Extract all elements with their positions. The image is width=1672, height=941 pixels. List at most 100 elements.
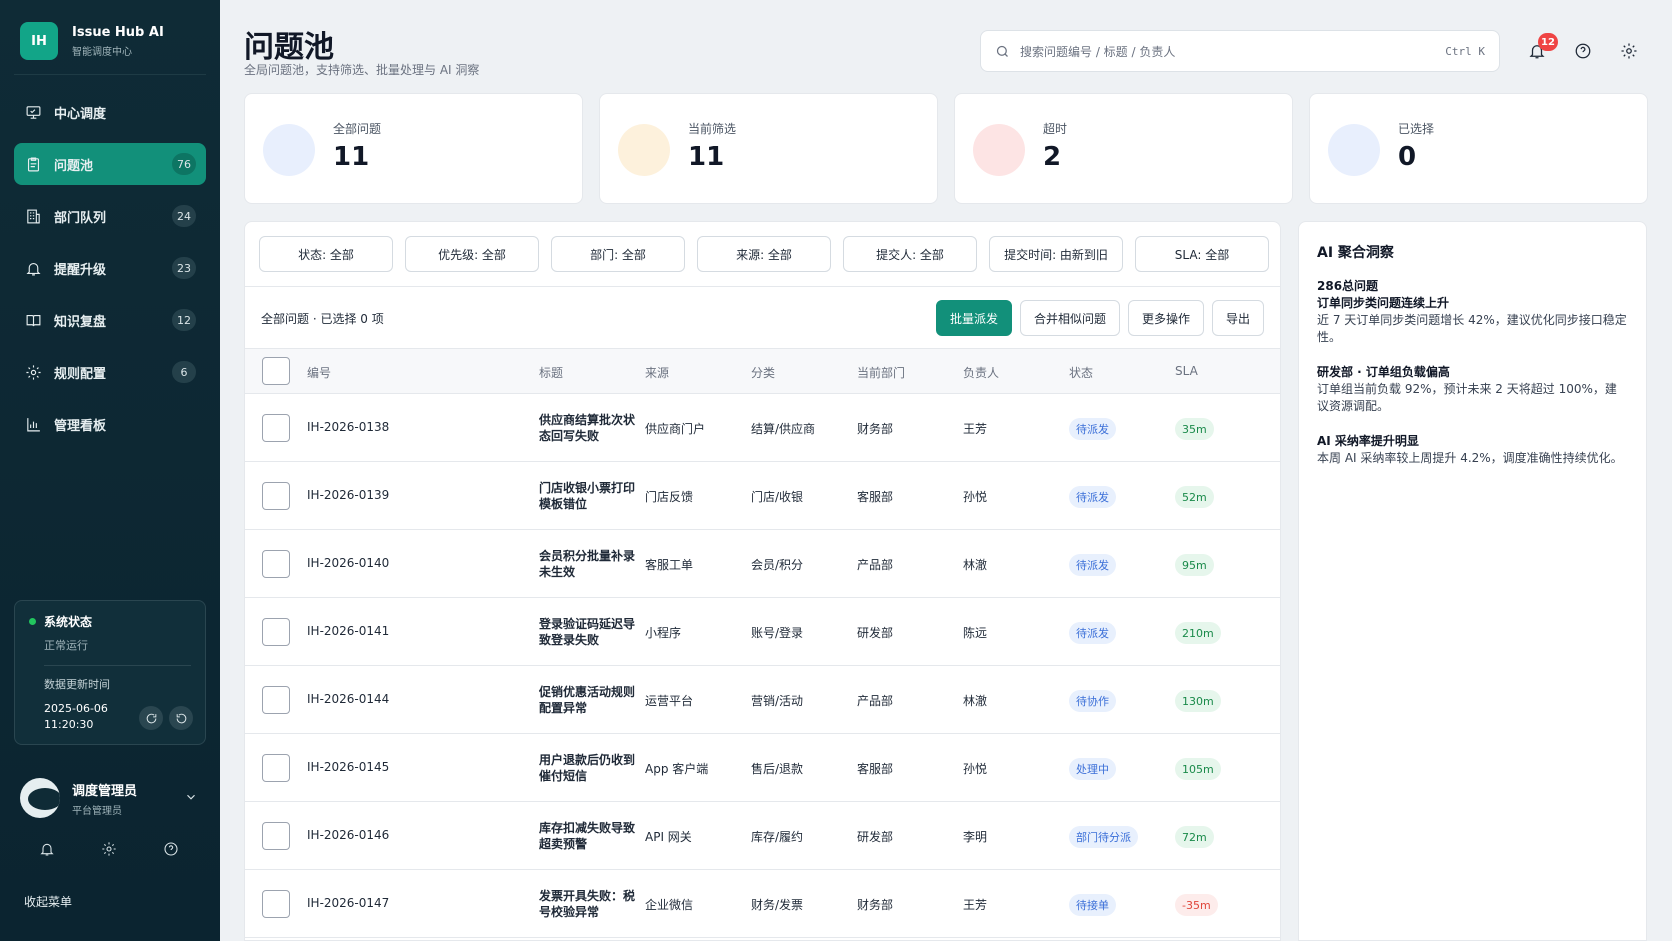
- column-header-id[interactable]: 编号: [307, 364, 331, 381]
- cell-id[interactable]: IH-2026-0138: [307, 420, 389, 434]
- table-row[interactable]: IH-2026-0139 门店收银小票打印模板错位 门店反馈 门店/收银 客服部 孙悦 待派…: [245, 462, 1280, 530]
- cell-category: 账号/登录: [751, 626, 804, 640]
- insight-block: 286总问题 订单同步类问题连续上升 近 7 天订单同步类问题增长 42%，建议…: [1317, 278, 1628, 346]
- help-button[interactable]: [1572, 40, 1594, 62]
- column-header-owner[interactable]: 负责人: [963, 364, 999, 381]
- column-header-source[interactable]: 来源: [645, 364, 669, 381]
- row-checkbox[interactable]: [262, 754, 290, 782]
- cell-id[interactable]: IH-2026-0146: [307, 828, 389, 842]
- column-header-sla[interactable]: SLA: [1175, 364, 1198, 378]
- refresh-icon[interactable]: [139, 706, 163, 730]
- notification-badge: 12: [1538, 33, 1558, 51]
- cell-id[interactable]: IH-2026-0145: [307, 760, 389, 774]
- cell-id[interactable]: IH-2026-0147: [307, 896, 389, 910]
- sidebar-item-rules[interactable]: 规则配置 6: [14, 351, 206, 393]
- row-checkbox[interactable]: [262, 618, 290, 646]
- table-row[interactable]: IH-2026-0141 登录验证码延迟导致登录失败 小程序 账号/登录 研发部 陈远 待派…: [245, 598, 1280, 666]
- stat-icon: [263, 124, 315, 176]
- table-header: 编号 标题 来源 分类 当前部门 负责人 状态 SLA: [245, 348, 1280, 394]
- cell-title[interactable]: 库存扣减失败导致超卖预警: [539, 820, 635, 852]
- sidebar-item-dashboard[interactable]: 管理看板: [14, 403, 206, 445]
- help-icon[interactable]: [160, 838, 182, 860]
- insight-heading: 订单同步类问题连续上升: [1317, 296, 1450, 310]
- insight-lead: 286总问题: [1317, 279, 1379, 293]
- cell-title[interactable]: 供应商结算批次状态回写失败: [539, 412, 635, 444]
- sidebar-item-dept-queue[interactable]: 部门队列 24: [14, 195, 206, 237]
- cell-category: 售后/退款: [751, 762, 804, 776]
- system-status-title: 系统状态: [44, 615, 93, 629]
- book-icon: [24, 311, 42, 329]
- filter-sla[interactable]: SLA: 全部: [1135, 236, 1269, 272]
- bulk-dispatch-button[interactable]: 批量派发: [935, 300, 1012, 336]
- sidebar-item-label: 规则配置: [54, 366, 107, 382]
- count-badge: 76: [172, 153, 196, 175]
- cell-id[interactable]: IH-2026-0144: [307, 692, 389, 706]
- brand[interactable]: IH Issue Hub AI 智能调度中心: [20, 22, 164, 60]
- page-title: 问题池: [244, 30, 334, 65]
- sidebar-item-issue-pool[interactable]: 问题池 76: [14, 143, 206, 185]
- column-header-status[interactable]: 状态: [1069, 364, 1093, 381]
- row-checkbox[interactable]: [262, 550, 290, 578]
- table-row[interactable]: IH-2026-0144 促销优惠活动规则配置异常 运营平台 营销/活动 产品部 林澈 待协…: [245, 666, 1280, 734]
- table-row[interactable]: IH-2026-0146 库存扣减失败导致超卖预警 API 网关 库存/履约 研发部 李明…: [245, 802, 1280, 870]
- insight-heading: AI 采纳率提升明显: [1317, 434, 1419, 448]
- row-checkbox[interactable]: [262, 890, 290, 918]
- cell-id[interactable]: IH-2026-0141: [307, 624, 389, 638]
- count-badge: 24: [172, 205, 196, 227]
- cell-title[interactable]: 用户退款后仍收到催付短信: [539, 752, 635, 784]
- monitor-icon: [24, 103, 42, 121]
- search-input[interactable]: 搜索问题编号 / 标题 / 负责人 Ctrl K: [980, 30, 1500, 72]
- table-row[interactable]: IH-2026-0138 供应商结算批次状态回写失败 供应商门户 结算/供应商 财务部 王…: [245, 394, 1280, 462]
- notifications-button[interactable]: 12: [1526, 33, 1558, 62]
- cell-title[interactable]: 会员积分批量补录未生效: [539, 548, 635, 580]
- table-row[interactable]: IH-2026-0147 发票开具失败：税号校验异常 企业微信 财务/发票 财务部 王芳 待…: [245, 870, 1280, 938]
- filter-submitter[interactable]: 提交人: 全部: [843, 236, 977, 272]
- filter-source[interactable]: 来源: 全部: [697, 236, 831, 272]
- cell-title[interactable]: 登录验证码延迟导致登录失败: [539, 616, 635, 648]
- insight-text: 近 7 天订单同步类问题增长 42%，建议优化同步接口稳定性。: [1317, 313, 1627, 344]
- row-checkbox[interactable]: [262, 414, 290, 442]
- filter-dept[interactable]: 部门: 全部: [551, 236, 685, 272]
- bell-icon[interactable]: [36, 838, 58, 860]
- filter-submit-time[interactable]: 提交时间: 由新到旧: [989, 236, 1123, 272]
- history-icon[interactable]: [169, 706, 193, 730]
- table-row[interactable]: IH-2026-0140 会员积分批量补录未生效 客服工单 会员/积分 产品部 林澈 待派发…: [245, 530, 1280, 598]
- bar-chart-icon: [24, 415, 42, 433]
- chevron-down-icon[interactable]: [184, 790, 200, 806]
- more-actions-button[interactable]: 更多操作: [1127, 300, 1204, 336]
- sidebar: IH Issue Hub AI 智能调度中心 中心调度 问题池 76 部门队列 …: [0, 0, 220, 941]
- gear-icon[interactable]: [98, 838, 120, 860]
- export-button[interactable]: 导出: [1211, 300, 1264, 336]
- row-checkbox[interactable]: [262, 686, 290, 714]
- sidebar-item-knowledge[interactable]: 知识复盘 12: [14, 299, 206, 341]
- select-all-checkbox[interactable]: [262, 357, 290, 385]
- filter-status[interactable]: 状态: 全部: [259, 236, 393, 272]
- sidebar-item-escalation[interactable]: 提醒升级 23: [14, 247, 206, 289]
- table-row[interactable]: IH-2026-0145 用户退款后仍收到催付短信 App 客户端 售后/退款 客服部 孙…: [245, 734, 1280, 802]
- cell-owner: 林澈: [963, 694, 988, 708]
- settings-button[interactable]: [1618, 40, 1640, 62]
- collapse-menu-button[interactable]: 收起菜单: [24, 893, 72, 910]
- cell-id[interactable]: IH-2026-0139: [307, 488, 389, 502]
- status-badge: 待派发: [1069, 486, 1116, 508]
- user-menu[interactable]: 调度管理员 平台管理员: [20, 778, 200, 818]
- row-checkbox[interactable]: [262, 822, 290, 850]
- sidebar-item-label: 中心调度: [54, 106, 107, 122]
- status-badge: 待接单: [1069, 894, 1116, 916]
- cell-category: 营销/活动: [751, 694, 804, 708]
- filter-priority[interactable]: 优先级: 全部: [405, 236, 539, 272]
- cell-source: App 客户端: [645, 762, 709, 776]
- cell-title[interactable]: 门店收银小票打印模板错位: [539, 480, 635, 512]
- cell-title[interactable]: 发票开具失败：税号校验异常: [539, 888, 635, 920]
- column-header-title[interactable]: 标题: [539, 364, 563, 381]
- column-header-dept[interactable]: 当前部门: [857, 364, 905, 381]
- cell-title[interactable]: 促销优惠活动规则配置异常: [539, 684, 635, 716]
- sidebar-item-label: 提醒升级: [54, 262, 107, 278]
- row-checkbox[interactable]: [262, 482, 290, 510]
- system-status-card: 系统状态 正常运行 数据更新时间 2025-06-06 11:20:30: [14, 600, 206, 745]
- sidebar-item-dispatch[interactable]: 中心调度: [14, 91, 206, 133]
- sla-badge: 105m: [1175, 758, 1221, 780]
- column-header-category[interactable]: 分类: [751, 364, 775, 381]
- cell-id[interactable]: IH-2026-0140: [307, 556, 389, 570]
- merge-similar-button[interactable]: 合并相似问题: [1019, 300, 1120, 336]
